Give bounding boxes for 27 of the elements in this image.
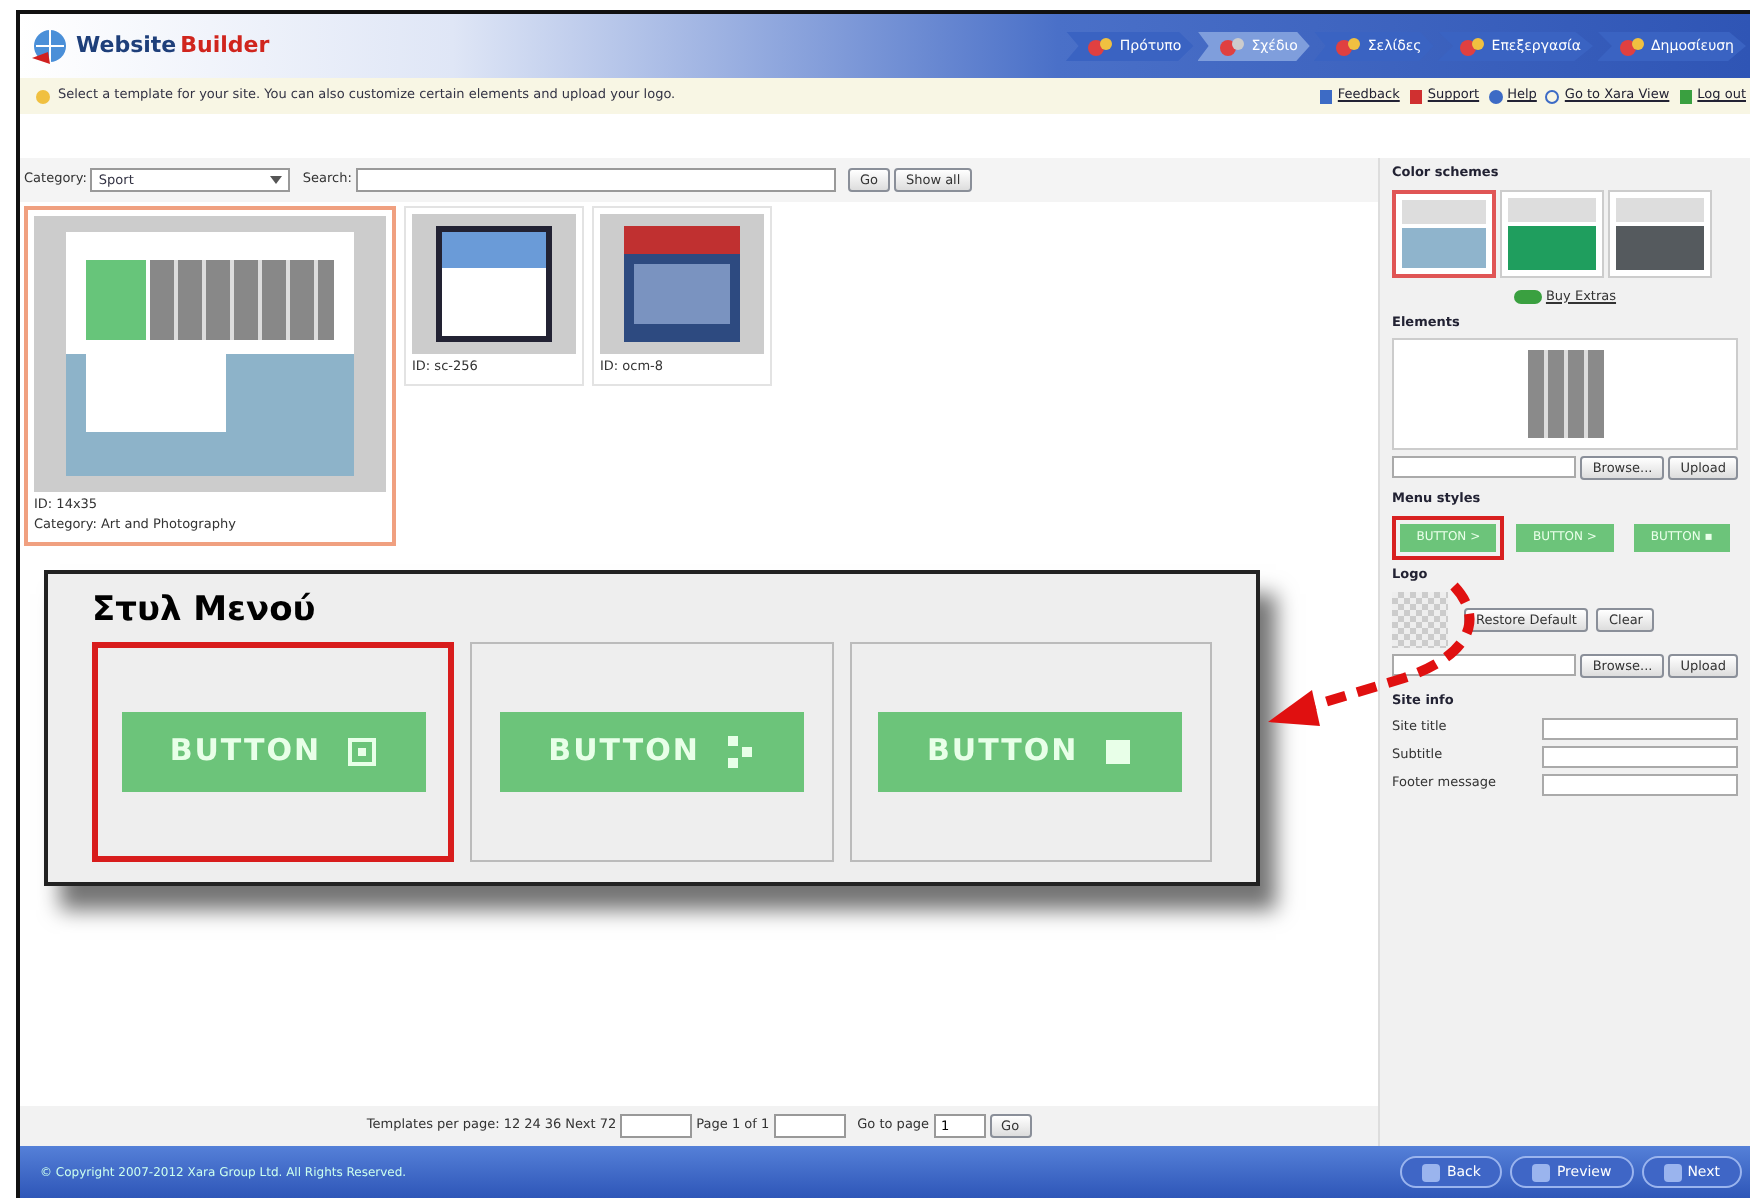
square-icon [1102, 735, 1135, 767]
search-field[interactable] [355, 168, 836, 192]
sample-button: BUTTON [121, 711, 426, 791]
page-field[interactable] [773, 1114, 846, 1138]
logo-text: Website [76, 29, 177, 62]
color-scheme-swatch[interactable] [1608, 189, 1712, 278]
text-field[interactable] [1542, 717, 1738, 739]
circle-icon [1544, 87, 1561, 105]
file-field[interactable] [1392, 653, 1577, 676]
text-field[interactable] [1542, 773, 1738, 795]
help-icon [1487, 87, 1504, 105]
color-scheme-swatch[interactable] [1392, 189, 1496, 278]
toggle-icon [1513, 290, 1542, 305]
callout-title: Στυλ Μενού [92, 588, 318, 634]
color-scheme-swatch[interactable] [1500, 189, 1604, 278]
caret-icon [270, 176, 283, 184]
chevron-icon [723, 735, 756, 767]
logo-text: Builder [180, 29, 270, 62]
square-outline-icon [345, 735, 378, 767]
logo-placeholder [1392, 591, 1448, 648]
sample-button: BUTTON [878, 711, 1183, 791]
globe-icon [28, 28, 72, 64]
page-field[interactable] [620, 1114, 693, 1138]
file-field[interactable] [1392, 456, 1577, 479]
sample-button: BUTTON [500, 711, 805, 791]
text-field[interactable] [1542, 745, 1738, 767]
info-icon [36, 89, 50, 103]
